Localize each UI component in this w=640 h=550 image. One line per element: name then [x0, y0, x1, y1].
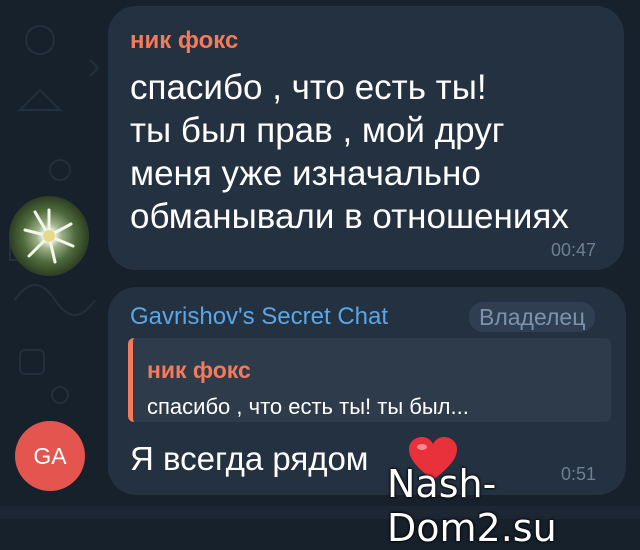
message-line: ты был прав , мой друг [130, 111, 505, 150]
watermark-text: Nash-Dom2.su [387, 462, 557, 550]
owner-badge: Владелец [469, 302, 596, 332]
user-avatar[interactable]: GA [15, 421, 85, 491]
message-time: 00:47 [551, 240, 597, 260]
flower-icon [23, 208, 75, 264]
message-text: спасибо , что есть ты! ты был прав , мой… [130, 66, 620, 238]
message-sender-name[interactable]: ник фокс [130, 27, 238, 55]
reply-sender: ник фокс [147, 357, 251, 383]
message-sender-name[interactable]: Gavrishov's Secret Chat [130, 303, 388, 331]
reply-text: спасибо , что есть ты! ты был... [147, 394, 469, 419]
message-text: Я всегда рядом [130, 440, 369, 477]
message-line: обманывали в отношениях [130, 197, 569, 236]
message-line: меня уже изначально [130, 154, 481, 193]
message-line: спасибо , что есть ты! [130, 68, 487, 107]
flower-photo-avatar[interactable] [9, 196, 89, 276]
